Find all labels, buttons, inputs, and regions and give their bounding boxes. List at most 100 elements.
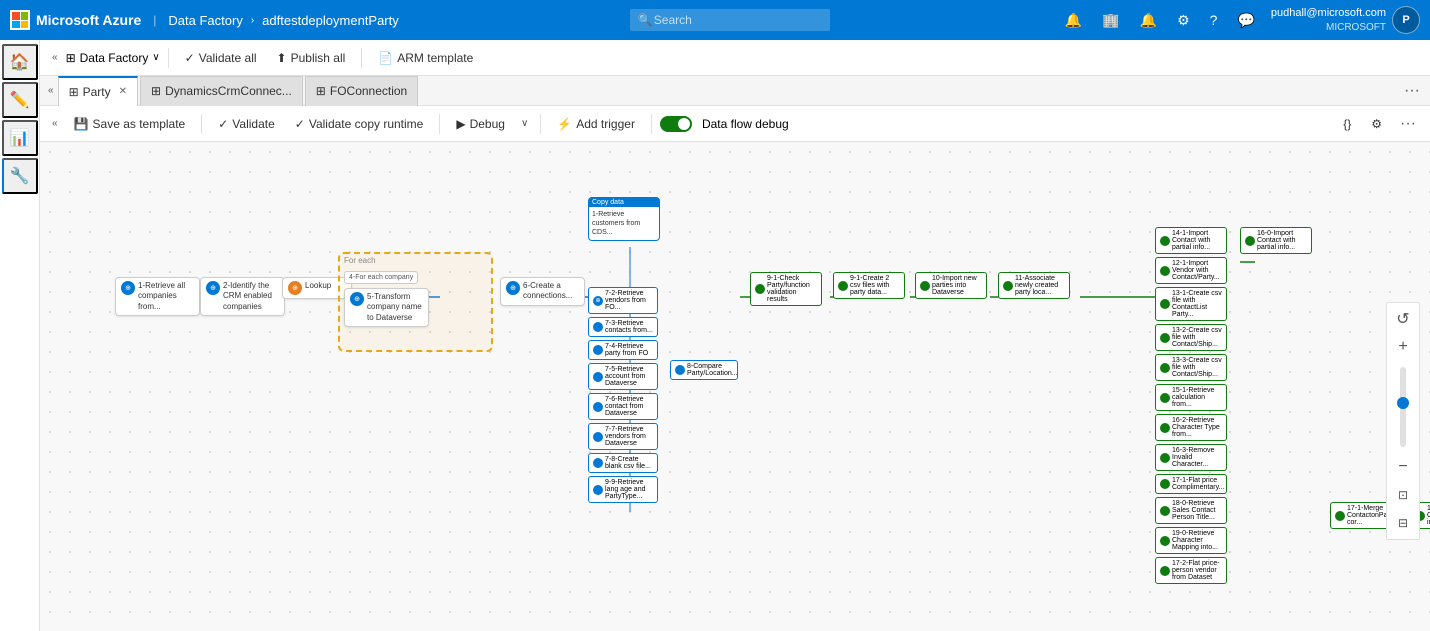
tab-dynamics[interactable]: ⊞ DynamicsCrmConnec...	[140, 76, 303, 106]
help-icon[interactable]: ?	[1206, 8, 1222, 32]
collapse-second-toolbar[interactable]: «	[48, 48, 62, 67]
node-7-5-label: 7-5-Retrieve account from Dataverse	[605, 366, 653, 387]
tab-foconnection[interactable]: ⊞ FOConnection	[305, 76, 418, 106]
tab-bar: « ⊞ Party ✕ ⊞ DynamicsCrmConnec... ⊞ FOC…	[40, 76, 1430, 106]
node-17-2[interactable]: 17-2-Flat price-person vendor from Datas…	[1155, 557, 1227, 584]
settings-icon[interactable]: ⚙	[1173, 8, 1194, 33]
validate-all-btn[interactable]: ✓ Validate all	[177, 47, 265, 69]
collapse-pipeline-toolbar[interactable]: «	[48, 114, 62, 133]
brand-label: Microsoft Azure	[36, 12, 141, 28]
nav-monitor[interactable]: 📊	[2, 120, 38, 156]
data-flow-debug-toggle[interactable]	[660, 116, 692, 132]
fit-screen-btn[interactable]: ⊡	[1391, 483, 1415, 507]
node-7-3[interactable]: 7-3-Retrieve contacts from...	[588, 317, 658, 337]
node-10-import-icon	[920, 281, 930, 291]
node-7-8[interactable]: 7-8-Create blank csv file...	[588, 453, 658, 473]
pipeline-ellipsis[interactable]: ···	[1394, 113, 1422, 135]
node-13-3[interactable]: 13-3-Create csv file with Contact/Ship..…	[1155, 354, 1227, 381]
node-16-2[interactable]: 16-2-Retrieve Character Type from...	[1155, 414, 1227, 441]
search-input[interactable]	[630, 9, 830, 31]
node-7-7-label: 7-7-Retrieve vendors from Dataverse	[605, 426, 653, 447]
node-14-1-icon	[1160, 236, 1170, 246]
brand: Microsoft Azure	[10, 10, 141, 30]
user-company: MICROSOFT	[1271, 21, 1386, 34]
node-text-lookup: Lookup	[305, 281, 331, 291]
publish-all-btn[interactable]: ⬆ Publish all	[269, 47, 354, 69]
data-factory-nav[interactable]: ⊞ Data Factory ∨	[66, 51, 160, 65]
node-icon-2: ⊕	[206, 281, 220, 295]
debug-btn[interactable]: ▶ Debug	[448, 113, 513, 135]
node-16-3[interactable]: 16-3-Remove Invalid Character...	[1155, 444, 1227, 471]
feedback-icon[interactable]: 💬	[1233, 8, 1258, 33]
node-11-associate[interactable]: 11-Associate newly created party loca...	[998, 272, 1070, 299]
tab-party-icon: ⊞	[69, 85, 79, 99]
zoom-in-btn[interactable]: +	[1391, 335, 1415, 359]
node-13-2-icon	[1160, 333, 1170, 343]
collapse-tabs[interactable]: «	[44, 81, 58, 100]
node-15-1[interactable]: 15-1-Retrieve calculation from...	[1155, 384, 1227, 411]
refresh-btn[interactable]: ↺	[1391, 307, 1415, 331]
pipe-sep4	[651, 114, 652, 134]
avatar[interactable]: P	[1392, 6, 1420, 34]
node-7-2[interactable]: ⊕ 7-2-Retrieve vendors from FO...	[588, 287, 658, 314]
node-identify-crm[interactable]: ⊕ 2-Identify the CRM enabled companies	[200, 277, 285, 316]
alerts-icon[interactable]: 🔔	[1136, 8, 1161, 33]
node-19-0[interactable]: 19-0-Retrieve Character Mapping into...	[1155, 527, 1227, 554]
save-as-template-btn[interactable]: 💾 Save as template	[66, 113, 194, 135]
tab-ellipsis[interactable]: ···	[1398, 80, 1426, 102]
node-12-1[interactable]: 12-1-Import Vendor with Contact/Party...	[1155, 257, 1227, 284]
node-create-connections[interactable]: ⊕ 6-Create a connections...	[500, 277, 585, 306]
code-btn[interactable]: {}	[1335, 113, 1359, 135]
debug-chevron[interactable]: ∨	[517, 114, 532, 133]
validate-btn[interactable]: ✓ Validate	[210, 113, 283, 135]
zoom-out-btn[interactable]: −	[1391, 455, 1415, 479]
directory-icon[interactable]: 🏢	[1098, 8, 1123, 33]
node-16-0[interactable]: 16-0-Import Contact with partial info...	[1240, 227, 1312, 254]
node-7-6[interactable]: 7-6-Retrieve contact from Dataverse	[588, 393, 658, 420]
save-icon: 💾	[74, 117, 89, 131]
node-10-import[interactable]: 10-Import new parties into Dataverse	[915, 272, 987, 299]
top-bar-right: 🔔 🏢 🔔 ⚙ ? 💬 pudhall@microsoft.com MICROS…	[1061, 6, 1420, 34]
fit-all-btn[interactable]: ⊟	[1391, 511, 1415, 535]
node-8-compare[interactable]: 8-Compare Party/Location...	[670, 360, 738, 380]
canvas-area[interactable]: ⊕ 1-Retrieve all companies from... ⊕ 2-I…	[40, 142, 1430, 631]
node-9-9[interactable]: 9-9-Retrieve lang age and PartyType...	[588, 476, 658, 503]
node-16-2-icon	[1160, 423, 1170, 433]
node-7-5[interactable]: 7-5-Retrieve account from Dataverse	[588, 363, 658, 390]
node-retrieve-all-companies[interactable]: ⊕ 1-Retrieve all companies from...	[115, 277, 200, 316]
nav-home[interactable]: 🏠	[2, 44, 38, 80]
add-trigger-btn[interactable]: ⚡ Add trigger	[549, 113, 643, 135]
pipeline-settings-btn[interactable]: ⚙	[1363, 113, 1390, 135]
factory-name: adftestdeploymentParty	[262, 13, 399, 28]
validate-copy-runtime-btn[interactable]: ✓ Validate copy runtime	[287, 113, 432, 135]
breadcrumb-arrow: ›	[251, 15, 254, 26]
node-transform[interactable]: ⊕ 5-Transform company name to Dataverse	[344, 288, 429, 327]
arm-template-btn[interactable]: 📄 ARM template	[370, 47, 481, 69]
node-17-1[interactable]: 17-1-Flat price Complimentary...	[1155, 474, 1227, 494]
node-9-1-create[interactable]: 9-1-Create 2 csv files with party data..…	[833, 272, 905, 299]
node-13-1[interactable]: 13-1-Create csv file with ContactList Pa…	[1155, 287, 1227, 321]
foreach-inner-label: 4-For each company	[344, 271, 418, 284]
tab-dynamics-label: DynamicsCrmConnec...	[165, 84, 292, 98]
node-14-1[interactable]: 14-1-Import Contact with partial info...	[1155, 227, 1227, 254]
zoom-handle[interactable]	[1397, 397, 1409, 409]
zoom-track[interactable]	[1400, 367, 1406, 447]
node-7-4[interactable]: 7-4-Retrieve party from FO	[588, 340, 658, 360]
data-factory-label[interactable]: Data Factory	[168, 13, 242, 28]
node-18-0[interactable]: 18-0-Retrieve Sales Contact Person Title…	[1155, 497, 1227, 524]
tab-fo-icon: ⊞	[316, 84, 326, 98]
node-16-0-label: 16-0-Import Contact with partial info...	[1257, 230, 1307, 251]
notifications-icon[interactable]: 🔔	[1061, 8, 1086, 33]
tab-party[interactable]: ⊞ Party ✕	[58, 76, 138, 106]
node-text-2: 2-Identify the CRM enabled companies	[223, 281, 279, 312]
node-9-1-check[interactable]: 9-1-Check Party/function validation resu…	[750, 272, 822, 306]
nav-manage[interactable]: 🔧	[2, 158, 38, 194]
tab-party-close[interactable]: ✕	[119, 86, 127, 97]
node-13-2[interactable]: 13-2-Create csv file with Contact/Ship..…	[1155, 324, 1227, 351]
nav-pencil[interactable]: ✏️	[2, 82, 38, 118]
check-icon: ✓	[218, 117, 228, 131]
node-13-1-icon	[1160, 299, 1170, 309]
node-7-7[interactable]: 7-7-Retrieve vendors from Dataverse	[588, 423, 658, 450]
foreach-container[interactable]: For each 4-For each company ⊕ 5-Transfor…	[338, 252, 493, 352]
node-14-1-label: 14-1-Import Contact with partial info...	[1172, 230, 1222, 251]
